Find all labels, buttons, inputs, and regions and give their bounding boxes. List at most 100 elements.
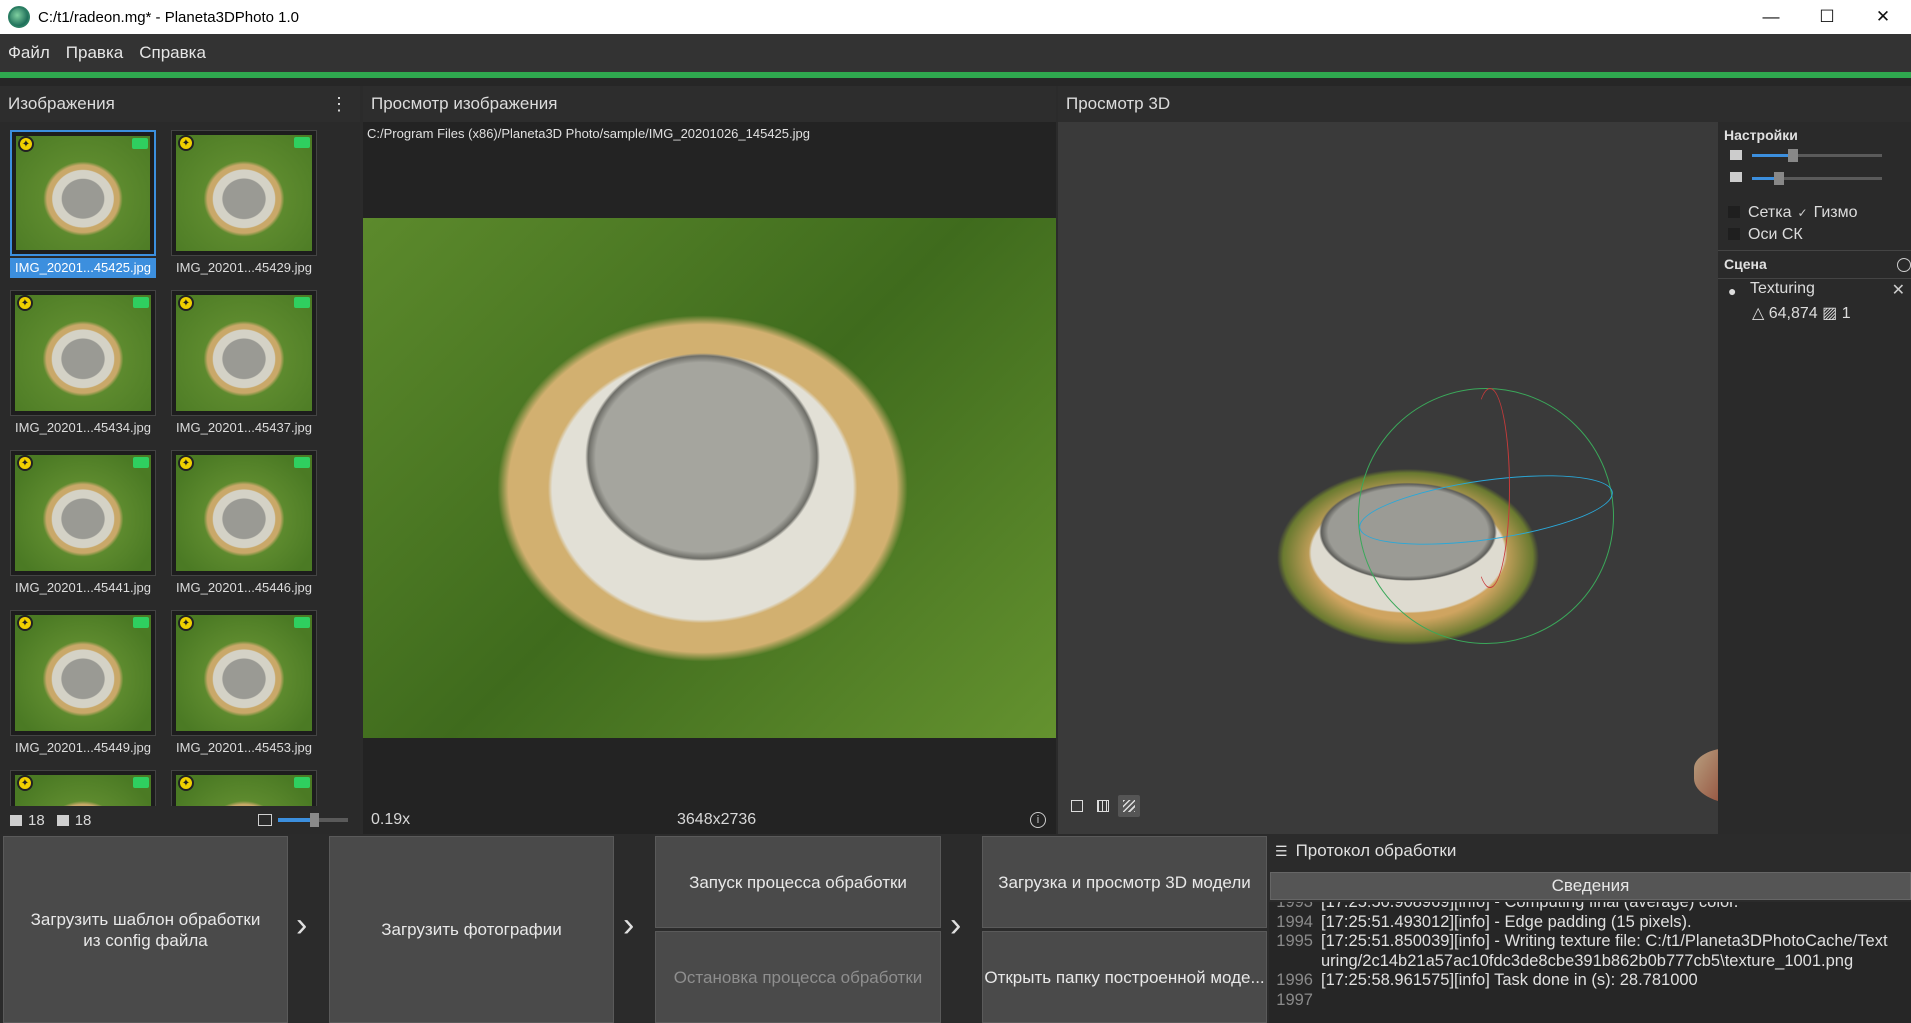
log-line: 1995 [17:25:51.850039][info] - Writing te…: [1269, 932, 1911, 952]
app-logo-icon: [8, 6, 30, 28]
camera-size-icon: [1730, 172, 1742, 182]
camera-icon: [294, 297, 310, 308]
close-button[interactable]: ✕: [1855, 0, 1911, 34]
thumbnail-name: IMG_20201...45446.jpg: [176, 580, 312, 595]
square-icon: [1071, 800, 1083, 812]
stop-processing-button[interactable]: Остановка процесса обработки: [655, 931, 941, 1023]
thumbnail-image: [15, 455, 151, 571]
log-line-number: 1993: [1276, 902, 1313, 911]
log-header: ☰ Протокол обработки: [1269, 834, 1911, 868]
menu-file[interactable]: Файл: [0, 43, 58, 63]
view-mode-solid-button[interactable]: [1066, 795, 1088, 817]
axes-checkbox-row[interactable]: Оси СК: [1728, 226, 1803, 244]
open-model-folder-button[interactable]: Открыть папку построенной моде...: [982, 931, 1267, 1023]
info-icon[interactable]: i: [1030, 812, 1046, 828]
grid-checkbox-row[interactable]: Сетка ✓ Гизмо: [1728, 204, 1858, 222]
menu-bar: Файл Правка Справка: [0, 34, 1911, 72]
camera-count: 18: [74, 811, 92, 829]
start-processing-label: Запуск процесса обработки: [689, 872, 907, 892]
divider: [1718, 278, 1911, 279]
thumbnail-image: [176, 775, 312, 806]
point-size-icon: [1730, 150, 1742, 160]
scene-node-stats: △ 64,874 ▨ 1: [1752, 305, 1851, 322]
start-processing-button[interactable]: Запуск процесса обработки: [655, 836, 941, 928]
image-thumbnail[interactable]: ✦ IMG_20201...45449.jpg: [10, 610, 156, 765]
aperture-icon: ✦: [178, 295, 194, 311]
thumbnail-name: IMG_20201...45453.jpg: [176, 740, 312, 755]
thumbnail-frame: ✦: [171, 450, 317, 576]
visibility-eye-icon[interactable]: ●: [1728, 283, 1736, 299]
more-options-icon[interactable]: ⋮: [330, 94, 348, 115]
image-path: C:/Program Files (x86)/Planeta3D Photo/s…: [367, 126, 810, 141]
load-view-model-button[interactable]: Загрузка и просмотр 3D модели: [982, 836, 1267, 928]
thumbnail-image: [176, 615, 312, 731]
remove-node-icon[interactable]: ✕: [1892, 280, 1905, 300]
camera-icon: [294, 617, 310, 628]
image-thumbnail[interactable]: ✦ IMG_20201...45437.jpg: [171, 290, 317, 445]
thumbnail-size-icon: [258, 814, 272, 826]
minimize-button[interactable]: —: [1743, 0, 1799, 34]
image-thumbnail[interactable]: ✦: [10, 770, 156, 806]
image-viewer-title: Просмотр изображения: [371, 94, 558, 113]
thumbnail-image: [15, 295, 151, 411]
view-3d-canvas[interactable]: [1058, 122, 1794, 834]
camera-size-slider[interactable]: [1752, 172, 1882, 185]
log-line-text: [17:25:51.493012][info] - Edge padding (…: [1321, 912, 1692, 931]
image-thumbnail[interactable]: ✦ IMG_20201...45441.jpg: [10, 450, 156, 605]
image-thumbnail[interactable]: ✦ IMG_20201...45425.jpg: [10, 130, 156, 285]
menu-edit[interactable]: Правка: [58, 43, 131, 63]
camera-icon: [294, 777, 310, 788]
images-panel-header: Изображения ⋮: [0, 86, 360, 122]
camera-icon: [133, 457, 149, 468]
aperture-icon: ✦: [17, 775, 33, 791]
thumbnail-name: IMG_20201...45425.jpg: [10, 258, 156, 278]
thumbnail-size-slider[interactable]: [278, 813, 348, 827]
image-thumbnail[interactable]: ✦ IMG_20201...45453.jpg: [171, 610, 317, 765]
gizmo-checkbox[interactable]: ✓: [1798, 206, 1808, 220]
settings-title: Настройки: [1724, 127, 1798, 143]
thumbnail-name: IMG_20201...45434.jpg: [15, 420, 151, 435]
load-template-button[interactable]: Загрузить шаблон обработки из config фай…: [3, 836, 288, 1023]
image-thumbnail[interactable]: ✦ IMG_20201...45446.jpg: [171, 450, 317, 605]
image-viewer: Просмотр изображения C:/Program Files (x…: [363, 86, 1056, 834]
thumbnail-image: [176, 295, 312, 411]
open-model-folder-label: Открыть папку построенной моде...: [984, 967, 1265, 987]
camera-icon: [133, 297, 149, 308]
tab-details[interactable]: Сведения: [1270, 872, 1911, 900]
grid-label: Сетка: [1748, 204, 1792, 221]
image-thumbnail[interactable]: ✦ IMG_20201...45429.jpg: [171, 130, 317, 285]
image-thumbnail[interactable]: ✦ IMG_20201...45434.jpg: [10, 290, 156, 445]
camera-icon: [133, 777, 149, 788]
camera-count-icon: [56, 814, 69, 826]
maximize-button[interactable]: ☐: [1799, 0, 1855, 34]
load-photos-button[interactable]: Загрузить фотографии: [329, 836, 614, 1023]
thumbnail-frame: ✦: [10, 770, 156, 806]
log-panel: ☰ Протокол обработки Сведения 1993 [17:25…: [1269, 834, 1911, 1023]
scene-info-icon[interactable]: [1897, 258, 1911, 272]
camera-icon: [133, 617, 149, 628]
chevron-right-icon: ›: [623, 906, 635, 944]
menu-help[interactable]: Справка: [131, 43, 214, 63]
log-line: 1996 [17:25:58.961575][info] Task done in…: [1269, 971, 1911, 991]
thumbnail-frame: ✦: [10, 610, 156, 736]
view-mode-grid-button[interactable]: [1092, 795, 1114, 817]
thumbnail-frame: ✦: [171, 610, 317, 736]
view-mode-texture-button[interactable]: [1118, 795, 1140, 817]
slider-handle[interactable]: [1774, 172, 1784, 185]
grid-checkbox[interactable]: [1728, 206, 1740, 218]
log-title: Протокол обработки: [1295, 841, 1457, 860]
slider-handle[interactable]: [310, 813, 319, 827]
image-thumbnail[interactable]: ✦: [171, 770, 317, 806]
log-output[interactable]: 1993 [17:25:50.908969][info] - Computing …: [1269, 902, 1911, 1023]
axes-checkbox[interactable]: [1728, 228, 1740, 240]
slider-handle[interactable]: [1788, 149, 1798, 162]
settings-panel: Настройки Сетка ✓ Гизмо Оси СК Сцена ● Tex…: [1718, 122, 1911, 834]
preview-image[interactable]: [363, 218, 1056, 738]
load-view-model-label: Загрузка и просмотр 3D модели: [998, 872, 1251, 892]
aperture-icon: ✦: [178, 135, 194, 151]
scene-node-name[interactable]: Texturing: [1750, 280, 1815, 298]
window-controls: — ☐ ✕: [1743, 0, 1911, 34]
point-size-slider[interactable]: [1752, 149, 1882, 162]
chevron-right-icon: ›: [296, 906, 308, 944]
thumbnail-image: [15, 615, 151, 731]
